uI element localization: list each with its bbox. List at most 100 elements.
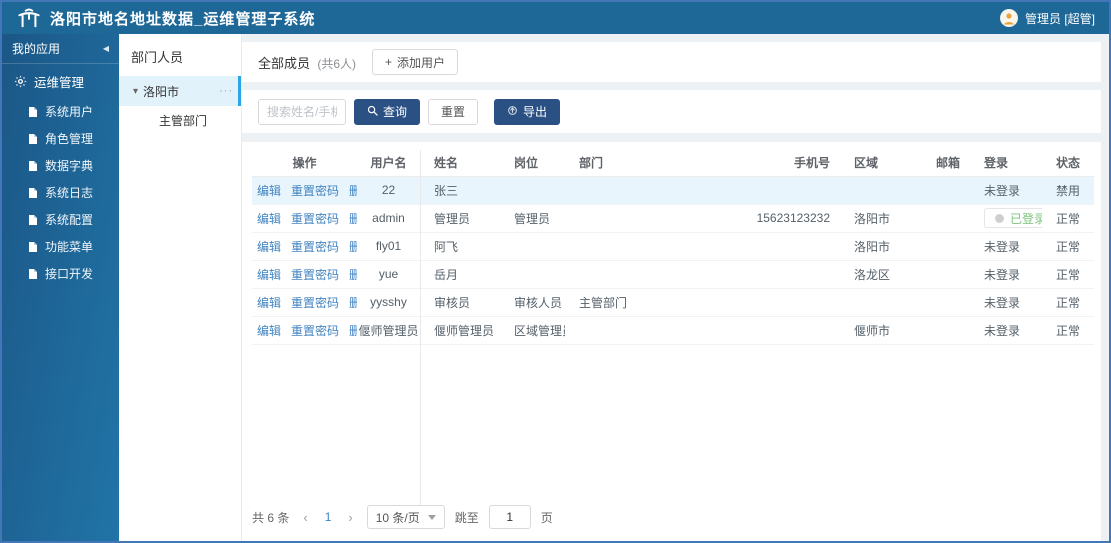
- search-button[interactable]: 查询: [354, 98, 421, 125]
- cell-phone: [695, 232, 840, 261]
- more-actions-icon[interactable]: ···: [219, 85, 233, 97]
- table-row[interactable]: 编辑重置密码删除admin管理员管理员15623123232洛阳市已登录正常: [252, 204, 1094, 233]
- login-status-text: 未登录: [984, 267, 1021, 282]
- app-logo-gate-icon: [16, 6, 42, 30]
- reset-password-link[interactable]: 重置密码: [291, 268, 339, 282]
- next-page-button[interactable]: ›: [344, 510, 356, 525]
- cell-name: 张三: [420, 176, 500, 205]
- sidebar-item-label: 功能菜单: [45, 240, 94, 254]
- table-row[interactable]: 编辑重置密码删除yysshy审核员审核人员主管部门 未登录 正常: [252, 288, 1094, 317]
- cell-region: [840, 288, 922, 317]
- edit-link[interactable]: 编辑: [257, 184, 281, 198]
- search-button-label: 查询: [383, 105, 408, 119]
- cell-region: 偃师市: [840, 316, 922, 345]
- cell-region: 洛阳市: [840, 204, 922, 233]
- cell-login: 未登录: [970, 232, 1042, 261]
- current-user-label[interactable]: 管理员 [超管]: [1025, 10, 1095, 27]
- cell-name: 岳月: [420, 260, 500, 289]
- page-size-value: 10 条/页: [375, 510, 420, 525]
- document-icon: [28, 160, 38, 172]
- table-row[interactable]: 编辑重置密码删除22张三 未登录 禁用: [252, 176, 1094, 205]
- column-header: 登录: [970, 150, 1042, 177]
- delete-link[interactable]: 删除: [349, 184, 357, 198]
- add-user-button[interactable]: + 添加用户: [372, 49, 459, 75]
- reset-password-link[interactable]: 重置密码: [291, 240, 339, 254]
- page-size-select[interactable]: 10 条/页: [366, 505, 445, 529]
- cell-username: admin: [357, 204, 420, 233]
- search-toolbar: 查询 重置 导出: [242, 90, 1101, 133]
- prev-page-button[interactable]: ‹: [299, 510, 311, 525]
- sidebar-group-ops-management[interactable]: 运维管理: [2, 64, 119, 98]
- sidebar-item-2[interactable]: 数据字典: [2, 152, 119, 179]
- caret-down-icon[interactable]: ▾: [133, 86, 138, 97]
- document-icon: [28, 106, 38, 118]
- pagination-total: 共 6 条: [252, 510, 290, 525]
- plus-icon: +: [385, 55, 393, 69]
- table-row[interactable]: 编辑重置密码删除yue岳月 洛龙区 未登录 正常: [252, 260, 1094, 289]
- users-table: 操作用户名姓名岗位部门手机号区域邮箱登录状态 编辑重置密码删除22张三未登录禁用…: [252, 150, 1094, 345]
- search-input[interactable]: [258, 98, 346, 125]
- reset-password-link[interactable]: 重置密码: [291, 324, 339, 338]
- sidebar-header-label: 我的应用: [12, 42, 61, 56]
- sidebar-item-label: 系统日志: [45, 186, 94, 200]
- cell-status: 正常: [1042, 204, 1094, 233]
- edit-link[interactable]: 编辑: [257, 296, 281, 310]
- members-toolbar: 全部成员 (共6人) + 添加用户: [242, 42, 1101, 82]
- jump-page-input[interactable]: [488, 505, 531, 529]
- cell-status: 正常: [1042, 288, 1094, 317]
- delete-link[interactable]: 删除: [349, 324, 357, 338]
- column-header: 区域: [840, 150, 922, 177]
- edit-link[interactable]: 编辑: [257, 212, 281, 226]
- cell-email: [922, 176, 970, 205]
- table-row[interactable]: 编辑重置密码删除偃师管理员偃师管理员区域管理员偃师市未登录正常: [252, 316, 1094, 345]
- login-status-text: 已登录: [1010, 211, 1042, 226]
- export-button[interactable]: 导出: [494, 98, 561, 125]
- cell-actions: 编辑重置密码删除: [252, 316, 357, 345]
- delete-link[interactable]: 删除: [349, 268, 357, 282]
- column-header: 邮箱: [922, 150, 970, 177]
- reset-button[interactable]: 重置: [428, 98, 479, 125]
- tree-node-luoyang[interactable]: ▾ 洛阳市 ···: [119, 76, 241, 106]
- reset-button-label: 重置: [441, 105, 466, 119]
- cell-region: 洛阳市: [840, 232, 922, 261]
- sidebar-item-6[interactable]: 接口开发: [2, 260, 119, 287]
- delete-link[interactable]: 删除: [349, 212, 357, 226]
- logged-in-badge[interactable]: 已登录: [984, 208, 1042, 228]
- delete-link[interactable]: 删除: [349, 240, 357, 254]
- tree-node-main-department[interactable]: 主管部门: [119, 106, 241, 134]
- cell-name: 阿飞: [420, 232, 500, 261]
- sidebar-item-3[interactable]: 系统日志: [2, 179, 119, 206]
- cell-login: 未登录: [970, 316, 1042, 345]
- fixed-column-divider: [420, 150, 421, 505]
- current-page-number[interactable]: 1: [322, 510, 335, 524]
- document-icon: [28, 214, 38, 226]
- sidebar-item-5[interactable]: 功能菜单: [2, 233, 119, 260]
- edit-link[interactable]: 编辑: [257, 324, 281, 338]
- document-icon: [28, 133, 38, 145]
- department-panel: 部门人员 ▾ 洛阳市 ··· 主管部门: [119, 34, 242, 541]
- reset-password-link[interactable]: 重置密码: [291, 296, 339, 310]
- reset-password-link[interactable]: 重置密码: [291, 212, 339, 226]
- user-avatar[interactable]: [999, 9, 1018, 27]
- cell-name: 管理员: [420, 204, 500, 233]
- delete-link[interactable]: 删除: [349, 296, 357, 310]
- collapse-sidebar-icon[interactable]: ◀: [103, 44, 109, 53]
- sidebar-item-4[interactable]: 系统配置: [2, 206, 119, 233]
- table-row[interactable]: 编辑重置密码删除fly01阿飞 洛阳市 未登录 正常: [252, 232, 1094, 261]
- column-header: 部门: [565, 150, 695, 177]
- sidebar-item-label: 接口开发: [45, 267, 94, 281]
- edit-link[interactable]: 编辑: [257, 268, 281, 282]
- sidebar-item-0[interactable]: 系统用户: [2, 98, 119, 125]
- cell-login: 未登录: [970, 260, 1042, 289]
- reset-password-link[interactable]: 重置密码: [291, 184, 339, 198]
- export-icon: [507, 105, 518, 119]
- cell-post: 区域管理员: [500, 316, 565, 345]
- column-header: 操作: [252, 150, 357, 177]
- cell-post: 审核人员: [500, 288, 565, 317]
- sidebar-item-1[interactable]: 角色管理: [2, 125, 119, 152]
- export-button-label: 导出: [523, 105, 548, 119]
- jump-to-label: 跳至: [454, 510, 479, 525]
- cell-status: 正常: [1042, 232, 1094, 261]
- edit-link[interactable]: 编辑: [257, 240, 281, 254]
- cell-login: 未登录: [970, 176, 1042, 205]
